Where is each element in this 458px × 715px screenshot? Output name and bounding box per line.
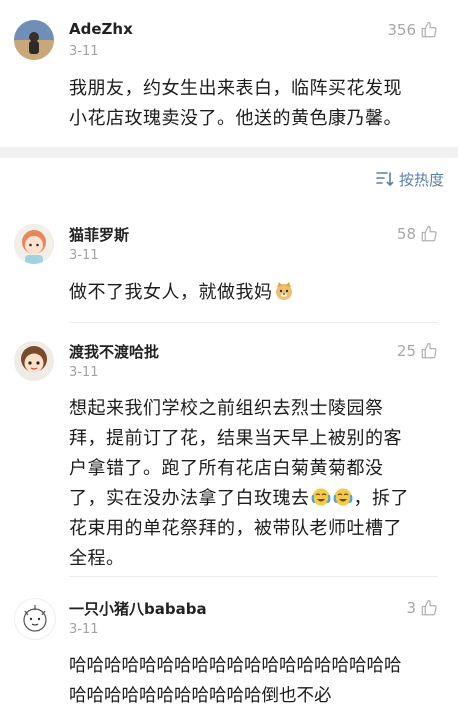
comment-text-line: 了，实在没办法拿了白玫瑰去 ，拆了: [69, 484, 441, 514]
comment-date: 3-11: [69, 622, 99, 637]
crying-laugh-emoji-icon: [311, 487, 331, 507]
avatar[interactable]: [14, 20, 54, 60]
comment-date: 3-11: [69, 365, 99, 380]
comment-text-line: 想起来我们学校之前组织去烈士陵园祭: [69, 398, 384, 419]
username[interactable]: 猫菲罗斯: [69, 224, 129, 245]
comment-text-line: 小花店玫瑰卖没了。他送的黄色康乃馨。: [69, 108, 402, 129]
comment-divider: [69, 322, 438, 323]
comment-text: 哈哈哈哈哈哈哈哈哈哈哈哈哈哈哈哈哈哈哈 哈哈哈哈哈哈哈哈哈哈哈倒也不必: [69, 651, 441, 711]
comment-text: 我朋友，约女生出来表白，临阵买花发现 小花店玫瑰卖没了。他送的黄色康乃馨。: [69, 74, 441, 134]
username[interactable]: 一只小猪八bababa: [69, 598, 207, 619]
comment-text-segment: 了，实在没办法拿了白玫瑰去: [69, 488, 310, 509]
crying-laugh-emoji-icon: [333, 487, 353, 507]
comment-text: 想起来我们学校之前组织去烈士陵园祭 拜，提前订了花，结果当天早上被别的客 户拿错…: [69, 394, 441, 574]
comment-text-line: 拜，提前订了花，结果当天早上被别的客: [69, 428, 402, 449]
thumbs-up-icon: [420, 342, 438, 360]
anime-boy-avatar-icon: [14, 341, 54, 381]
comment-text-line: 我朋友，约女生出来表白，临阵买花发现: [69, 78, 402, 99]
comment-text: 做不了我女人，就做我妈: [69, 278, 441, 308]
comment-date: 3-11: [69, 44, 99, 59]
like-count: 3: [406, 599, 416, 617]
like-button[interactable]: 356: [387, 20, 438, 40]
doge-emoji-icon: [274, 281, 294, 301]
comment-text-line: 哈哈哈哈哈哈哈哈哈哈哈哈哈哈哈哈哈哈哈: [69, 656, 402, 676]
comment-text-line: 哈哈哈哈哈哈哈哈哈哈哈倒也不必: [69, 686, 332, 706]
sort-by-hot-button[interactable]: 按热度: [376, 168, 444, 190]
thumbs-up-icon: [420, 21, 438, 39]
like-button[interactable]: 3: [406, 598, 438, 618]
comment-text-segment: ，拆了: [353, 488, 409, 509]
avatar[interactable]: [14, 598, 56, 640]
like-count: 356: [387, 21, 416, 39]
username[interactable]: AdeZhx: [69, 20, 133, 38]
comment-date: 3-11: [69, 248, 99, 263]
comment-text-line: 全程。: [69, 548, 125, 569]
sort-lines-icon: [376, 171, 394, 187]
comment-text-line: 户拿错了。跑了所有花店白菊黄菊都没: [69, 458, 384, 479]
section-divider: [0, 147, 458, 158]
thumbs-up-icon: [420, 599, 438, 617]
sketch-character-avatar-icon: [23, 605, 47, 632]
like-button[interactable]: 58: [397, 224, 438, 244]
like-count: 25: [396, 342, 416, 360]
avatar[interactable]: [14, 341, 54, 381]
comment-text-line: 做不了我女人，就做我妈: [69, 282, 273, 303]
photo-avatar-icon: [14, 20, 54, 60]
thumbs-up-icon: [420, 225, 438, 243]
like-button[interactable]: 25: [397, 341, 438, 361]
avatar[interactable]: [14, 224, 54, 264]
like-count: 58: [396, 225, 416, 243]
comment-text-line: 花束用的单花祭拜的，被带队老师吐槽了: [69, 518, 402, 539]
sort-label: 按热度: [398, 170, 444, 189]
comment-divider: [69, 576, 438, 577]
anime-girl-avatar-icon: [14, 224, 54, 264]
username[interactable]: 渡我不渡哈批: [69, 341, 159, 362]
